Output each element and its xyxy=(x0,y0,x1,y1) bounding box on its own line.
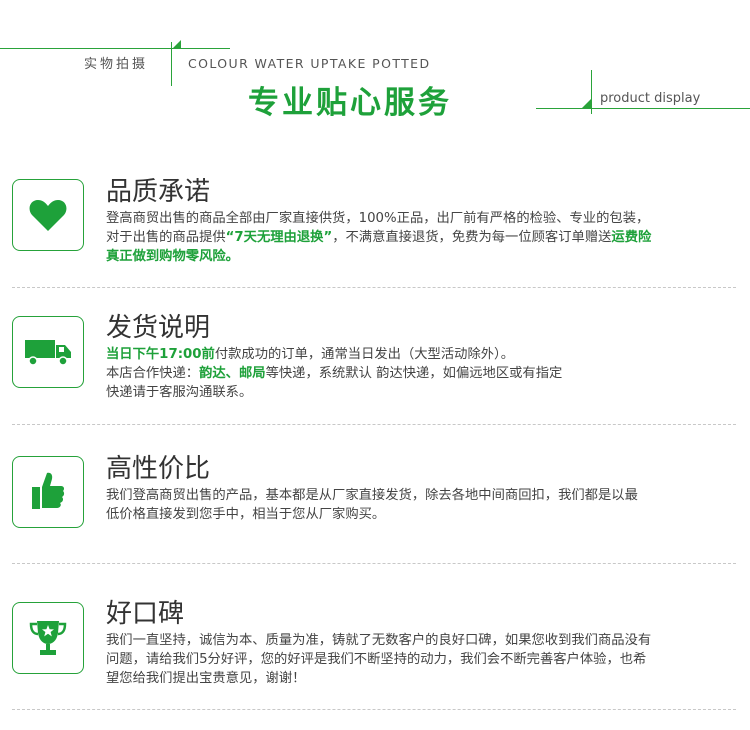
body-line: 我们登高商贸出售的产品，基本都是从厂家直接发货，除去各地中间商回扣，我们都是以最 xyxy=(106,486,736,505)
header-right-label: product display xyxy=(600,91,701,106)
body-line: 对于出售的商品提供“7天无理由退换”，不满意直接退货，免费为每一位顾客订单赠送运… xyxy=(106,228,736,247)
header-top-left-line xyxy=(0,48,230,49)
section-divider xyxy=(12,709,736,710)
section-body-shipping: 当日下午17:00前付款成功的订单，通常当日发出（大型活动除外）。 本店合作快递：… xyxy=(106,345,736,402)
heart-icon xyxy=(29,200,67,231)
truck-icon xyxy=(25,340,71,366)
highlight-text: 真正做到购物零风险。 xyxy=(106,249,239,264)
quality-icon-box xyxy=(12,179,84,251)
header-left-triangle xyxy=(172,40,181,49)
body-text: 我们一直坚持，诚信为本、质量为准，铸就了无数客户的良好口碑，如果您收到我们商品没… xyxy=(106,633,652,648)
body-text: 低价格直接发到您手中，相当于您从厂家购买。 xyxy=(106,507,386,522)
section-divider xyxy=(12,563,736,564)
value-icon-box xyxy=(12,456,84,528)
highlight-text: 运费险 xyxy=(611,230,652,245)
page-title: 专业贴心服务 xyxy=(248,85,452,121)
section-title-shipping: 发货说明 xyxy=(106,313,211,343)
body-line: 登高商贸出售的商品全部由厂家直接供货，100%正品，出厂前有严格的检验、专业的包… xyxy=(106,209,736,228)
trophy-icon xyxy=(29,621,67,655)
body-line: 本店合作快递：韵达、邮局等快递，系统默认 韵达快递，如偏远地区或有指定 xyxy=(106,364,736,383)
section-body-value: 我们登高商贸出售的产品，基本都是从厂家直接发货，除去各地中间商回扣，我们都是以最… xyxy=(106,486,736,524)
body-line: 望您给我们提出宝贵意见，谢谢！ xyxy=(106,669,736,688)
header-bottom-right-line xyxy=(536,108,750,109)
reputation-icon-box xyxy=(12,602,84,674)
body-text: 本店合作快递： xyxy=(106,366,200,381)
header-label-cn: 实物拍摄 xyxy=(84,57,149,72)
body-text: 付款成功的订单，通常当日发出（大型活动除外）。 xyxy=(214,347,514,362)
body-text: 快递请于客服沟通联系。 xyxy=(106,385,253,400)
header-right-triangle xyxy=(582,99,591,108)
body-text: ，不满意直接退货，免费为每一位顾客订单赠送 xyxy=(332,230,612,245)
highlight-text: “7天无理由退换” xyxy=(225,230,333,245)
body-text: 望您给我们提出宝贵意见，谢谢！ xyxy=(106,671,306,686)
highlight-text: 当日下午17:00前 xyxy=(106,347,215,362)
section-body-reputation: 我们一直坚持，诚信为本、质量为准，铸就了无数客户的良好口碑，如果您收到我们商品没… xyxy=(106,631,736,688)
body-text: 问题，请给我们5分好评，您的好评是我们不断坚持的动力，我们会不断完善客户体验，也… xyxy=(106,652,647,667)
shipping-icon-box xyxy=(12,316,84,388)
body-text: 等快递，系统默认 韵达快递，如偏远地区或有指定 xyxy=(265,366,563,381)
body-text: 登高商贸出售的商品全部由厂家直接供货，100%正品，出厂前有严格的检验、专业的包… xyxy=(106,211,650,226)
body-line: 快递请于客服沟通联系。 xyxy=(106,383,736,402)
body-line: 问题，请给我们5分好评，您的好评是我们不断坚持的动力，我们会不断完善客户体验，也… xyxy=(106,650,736,669)
section-divider xyxy=(12,287,736,288)
body-text: 我们登高商贸出售的产品，基本都是从厂家直接发货，除去各地中间商回扣，我们都是以最 xyxy=(106,488,638,503)
section-title-quality: 品质承诺 xyxy=(106,177,211,207)
section-title-reputation: 好口碑 xyxy=(106,599,185,629)
section-divider xyxy=(12,424,736,425)
section-body-quality: 登高商贸出售的商品全部由厂家直接供货，100%正品，出厂前有严格的检验、专业的包… xyxy=(106,209,736,266)
header-subtitle-en: COLOUR WATER UPTAKE POTTED xyxy=(188,56,431,71)
body-text: 对于出售的商品提供 xyxy=(106,230,226,245)
section-title-value: 高性价比 xyxy=(106,454,211,484)
body-line: 低价格直接发到您手中，相当于您从厂家购买。 xyxy=(106,505,736,524)
highlight-text: 韵达、邮局 xyxy=(199,366,266,381)
body-line: 我们一直坚持，诚信为本、质量为准，铸就了无数客户的良好口碑，如果您收到我们商品没… xyxy=(106,631,736,650)
body-line: 真正做到购物零风险。 xyxy=(106,247,736,266)
thumbs-up-icon xyxy=(32,472,65,509)
body-line: 当日下午17:00前付款成功的订单，通常当日发出（大型活动除外）。 xyxy=(106,345,736,364)
